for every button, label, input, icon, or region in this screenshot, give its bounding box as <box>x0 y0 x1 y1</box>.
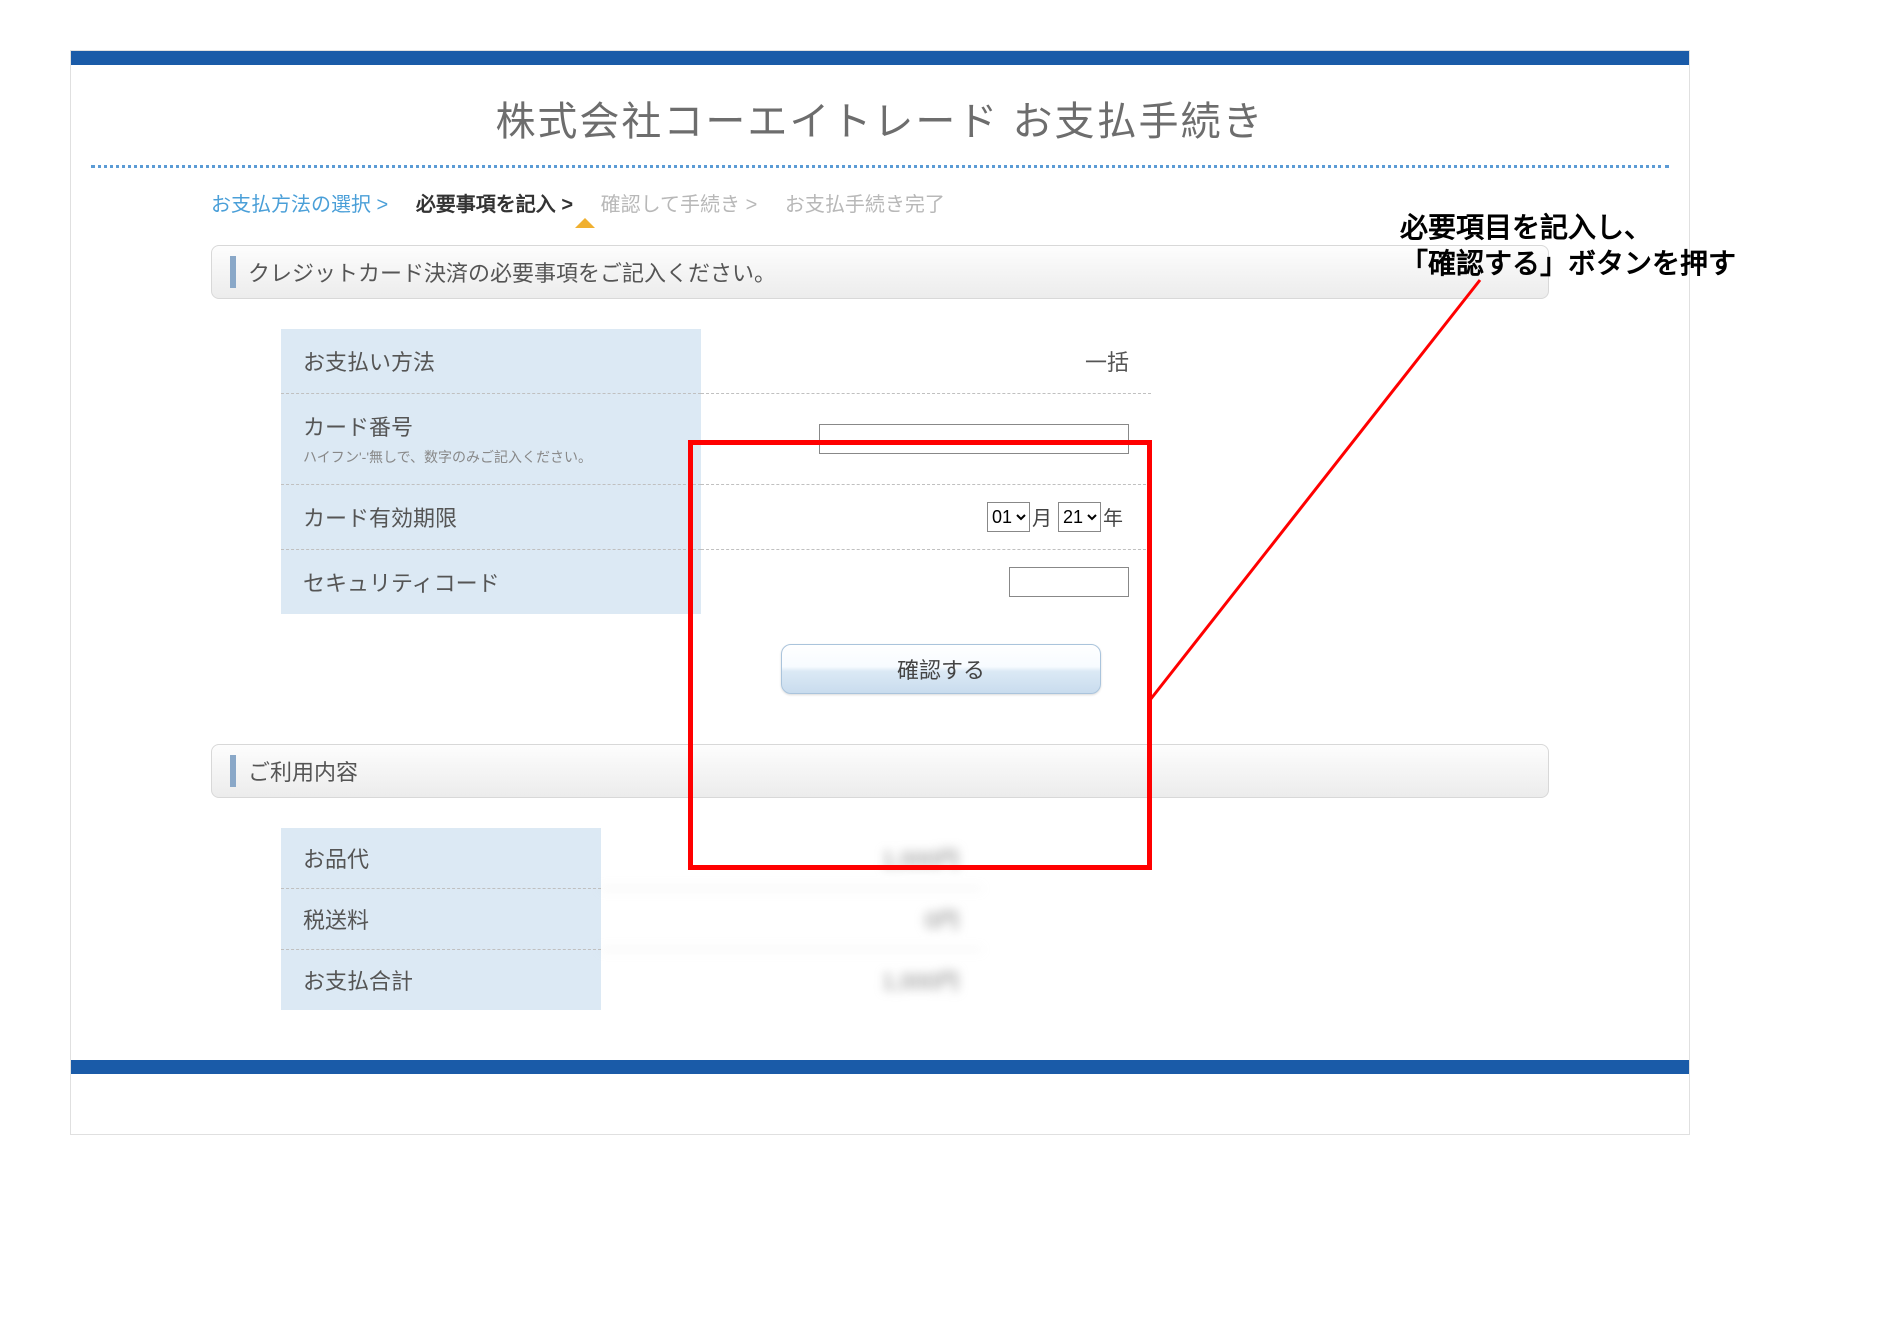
usage-label-item: お品代 <box>281 828 601 889</box>
breadcrumb-step-4: お支払手続き完了 <box>785 194 945 216</box>
confirm-row: 確認する <box>781 644 1549 694</box>
label-card-number-text: カード番号 <box>303 415 413 440</box>
usage-section-header-text: ご利用内容 <box>230 755 1530 787</box>
label-card-number-note: ハイフン'-'無しで、数字のみご記入ください。 <box>303 448 679 468</box>
expiry-month-suffix: 月 <box>1032 502 1052 531</box>
card-number-input[interactable] <box>819 424 1129 454</box>
bottom-accent-bar <box>71 1060 1689 1074</box>
usage-value-total: 1,000円 <box>601 950 981 1010</box>
usage-row-tax: 税送料 0円 <box>281 889 981 950</box>
credit-card-section: クレジットカード決済の必要事項をご記入ください。 お支払い方法 一括 カード番号… <box>211 245 1549 694</box>
usage-value-item: 1,000円 <box>601 828 981 889</box>
usage-section: ご利用内容 お品代 1,000円 税送料 0円 お支払合計 1,000円 <box>211 744 1549 1010</box>
top-accent-bar <box>71 51 1689 65</box>
label-card-number: カード番号 ハイフン'-'無しで、数字のみご記入ください。 <box>281 394 701 485</box>
expiry-month-select[interactable]: 01 <box>987 502 1030 532</box>
usage-value-tax: 0円 <box>601 889 981 950</box>
usage-label-tax: 税送料 <box>281 889 601 950</box>
value-payment-method: 一括 <box>701 329 1151 394</box>
confirm-button[interactable]: 確認する <box>781 644 1101 694</box>
usage-section-header: ご利用内容 <box>211 744 1549 798</box>
label-expiry: カード有効期限 <box>281 485 701 550</box>
form-area: お支払い方法 一括 カード番号 ハイフン'-'無しで、数字のみご記入ください。 … <box>281 329 1549 694</box>
usage-row-total: お支払合計 1,000円 <box>281 950 981 1010</box>
row-security-code: セキュリティコード <box>281 550 1549 614</box>
breadcrumb-indicator-icon <box>575 218 595 228</box>
breadcrumb-step-3: 確認して手続き > <box>601 194 758 216</box>
page-title: 株式会社コーエイトレード お支払手続き <box>71 89 1689 147</box>
breadcrumb-step-2: 必要事項を記入 > <box>416 194 573 216</box>
section-header: クレジットカード決済の必要事項をご記入ください。 <box>211 245 1549 299</box>
usage-label-total: お支払合計 <box>281 950 601 1010</box>
breadcrumb-step-1[interactable]: お支払方法の選択 > <box>211 194 388 216</box>
section-header-text: クレジットカード決済の必要事項をご記入ください。 <box>230 256 1530 288</box>
value-security-code <box>701 550 1151 614</box>
annotation-callout: 必要項目を記入し、 「確認する」ボタンを押す <box>1400 210 1736 283</box>
annotation-line-2: 「確認する」ボタンを押す <box>1400 246 1736 282</box>
label-payment-method: お支払い方法 <box>281 329 701 394</box>
label-security-code: セキュリティコード <box>281 550 701 614</box>
annotation-line-1: 必要項目を記入し、 <box>1400 210 1736 246</box>
row-card-number: カード番号 ハイフン'-'無しで、数字のみご記入ください。 <box>281 394 1549 485</box>
value-card-number <box>701 394 1151 485</box>
row-expiry: カード有効期限 01 月 21 年 <box>281 485 1549 550</box>
value-expiry: 01 月 21 年 <box>701 485 1151 550</box>
expiry-year-select[interactable]: 21 <box>1058 502 1101 532</box>
usage-area: お品代 1,000円 税送料 0円 お支払合計 1,000円 <box>281 828 981 1010</box>
usage-row-item: お品代 1,000円 <box>281 828 981 889</box>
dotted-divider <box>91 165 1669 168</box>
security-code-input[interactable] <box>1009 567 1129 597</box>
expiry-year-suffix: 年 <box>1103 502 1123 531</box>
row-payment-method: お支払い方法 一括 <box>281 329 1549 394</box>
